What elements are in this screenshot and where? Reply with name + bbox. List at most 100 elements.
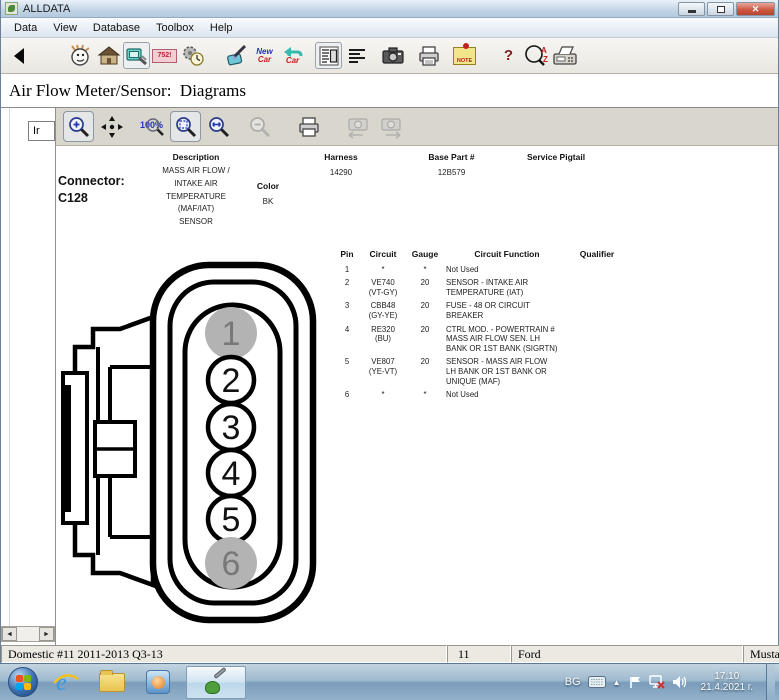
harness-value: 14290 bbox=[306, 168, 376, 177]
connector-id: C128 bbox=[58, 190, 88, 207]
content-area: Ir ◄ ► bbox=[1, 108, 778, 645]
menu-bar: Data View Database Toolbox Help bbox=[1, 18, 778, 38]
start-button[interactable] bbox=[8, 667, 38, 697]
back-icon[interactable] bbox=[5, 42, 32, 69]
svg-text:e: e bbox=[56, 670, 67, 696]
title-bar: ALLDATA ✕ bbox=[1, 0, 778, 18]
main-toolbar: 752! NewCar Car bbox=[1, 38, 778, 74]
scroll-left-icon[interactable]: ◄ bbox=[2, 627, 17, 641]
zoom-100-icon[interactable]: 100% bbox=[137, 111, 168, 142]
restore-button[interactable] bbox=[707, 2, 734, 16]
pin-row-1: 1* *Not Used bbox=[334, 265, 634, 275]
minimize-button[interactable] bbox=[678, 2, 705, 16]
latch-bar bbox=[61, 385, 71, 512]
svg-text:3: 3 bbox=[222, 409, 241, 447]
text-lines-icon[interactable] bbox=[343, 42, 370, 69]
clock[interactable]: 17:10 21.4.2021 г. bbox=[695, 671, 759, 694]
alldata-taskbar-button[interactable] bbox=[186, 666, 246, 699]
volume-icon[interactable] bbox=[672, 675, 688, 689]
pin-2: 2 bbox=[208, 357, 254, 403]
previous-image-icon[interactable] bbox=[342, 111, 373, 142]
next-image-icon[interactable] bbox=[375, 111, 406, 142]
diagram-canvas: Connector: C128 Description MASS AIR FLO… bbox=[56, 146, 778, 645]
menu-data[interactable]: Data bbox=[6, 20, 45, 36]
network-icon[interactable] bbox=[649, 675, 665, 689]
pin-3: 3 bbox=[208, 404, 254, 450]
color-label: Color bbox=[248, 181, 288, 191]
pin-4: 4 bbox=[208, 450, 254, 496]
new-car-icon[interactable]: NewCar bbox=[251, 42, 278, 69]
shop-camera-icon[interactable] bbox=[123, 42, 150, 69]
alldata-tip-icon bbox=[204, 670, 228, 694]
pin-1: 1 bbox=[205, 307, 257, 359]
fit-page-icon[interactable] bbox=[170, 111, 201, 142]
base-part-label: Base Part # bbox=[404, 152, 499, 162]
left-panel: Ir ◄ ► bbox=[1, 108, 56, 645]
language-indicator[interactable]: BG bbox=[565, 676, 581, 688]
pan-icon[interactable] bbox=[96, 111, 127, 142]
connector-diagram: 1 2 3 4 5 bbox=[58, 258, 323, 633]
diagram-toolbar: 100% bbox=[56, 108, 778, 146]
service-pigtail-label: Service Pigtail bbox=[506, 152, 606, 162]
pin-row-2: 2VE740 (VT-GY) 20SENSOR - INTAKE AIR TEM… bbox=[334, 278, 634, 297]
document-view-icon[interactable] bbox=[315, 42, 342, 69]
menu-database[interactable]: Database bbox=[85, 20, 148, 36]
status-model: Mustang bbox=[743, 645, 779, 663]
windows-taskbar: e BG ▲ bbox=[0, 663, 779, 700]
status-count: 11 bbox=[447, 645, 511, 663]
status-make: Ford bbox=[511, 645, 743, 663]
base-part-value: 12B579 bbox=[404, 168, 499, 177]
status-database: Domestic #11 2011-2013 Q3-13 bbox=[1, 645, 447, 663]
print-diagram-icon[interactable] bbox=[293, 111, 324, 142]
window-title: ALLDATA bbox=[23, 3, 70, 15]
home-icon[interactable] bbox=[95, 42, 122, 69]
internet-explorer-icon[interactable]: e bbox=[48, 667, 84, 698]
svg-text:6: 6 bbox=[222, 545, 241, 583]
pin-table: Pin Circuit Gauge Circuit Function Quali… bbox=[334, 250, 634, 404]
menu-view[interactable]: View bbox=[45, 20, 85, 36]
close-button[interactable]: ✕ bbox=[736, 2, 775, 16]
camera-icon[interactable] bbox=[379, 42, 406, 69]
hidden-icons-chevron[interactable]: ▲ bbox=[613, 678, 621, 687]
alldata-window: ALLDATA ✕ Data View Database Toolbox Hel… bbox=[0, 0, 779, 663]
left-panel-button[interactable]: Ir bbox=[28, 121, 55, 141]
connector-label: Connector: bbox=[58, 173, 125, 190]
system-tray: BG ▲ 17: bbox=[565, 664, 779, 700]
pin-table-header: Pin Circuit Gauge Circuit Function Quali… bbox=[334, 250, 634, 260]
pin-6: 6 bbox=[205, 537, 257, 589]
svg-text:4: 4 bbox=[222, 455, 241, 493]
note-icon[interactable]: NOTE bbox=[451, 42, 478, 69]
left-panel-scrollbar[interactable]: ◄ ► bbox=[1, 626, 55, 642]
tsb-752-icon[interactable]: 752! bbox=[151, 42, 178, 69]
status-bar: Domestic #11 2011-2013 Q3-13 11 Ford Mus… bbox=[1, 645, 779, 663]
assistant-face-icon[interactable] bbox=[67, 42, 94, 69]
diagram-panel: 100% bbox=[56, 108, 778, 645]
svg-text:A: A bbox=[541, 46, 547, 55]
fit-width-icon[interactable] bbox=[203, 111, 234, 142]
help-icon[interactable]: ? bbox=[495, 42, 522, 69]
zoom-out-icon[interactable] bbox=[244, 111, 275, 142]
zoom-in-icon[interactable] bbox=[63, 111, 94, 142]
previous-car-icon[interactable]: Car bbox=[279, 42, 306, 69]
keyboard-icon[interactable] bbox=[588, 676, 606, 688]
gears-clock-icon[interactable] bbox=[179, 42, 206, 69]
media-player-icon[interactable] bbox=[140, 667, 176, 698]
action-center-flag-icon[interactable] bbox=[628, 675, 642, 689]
svg-text:1: 1 bbox=[222, 315, 241, 353]
pin-row-4: 4RE320 (BU) 20CTRL MOD. - POWERTRAIN # M… bbox=[334, 325, 634, 354]
svg-text:5: 5 bbox=[222, 501, 241, 539]
menu-help[interactable]: Help bbox=[202, 20, 241, 36]
file-explorer-icon[interactable] bbox=[94, 667, 130, 698]
fax-icon[interactable] bbox=[551, 42, 578, 69]
pin-5: 5 bbox=[208, 496, 254, 542]
page-title: Air Flow Meter/Sensor: Diagrams bbox=[1, 74, 778, 108]
print-icon[interactable] bbox=[415, 42, 442, 69]
tray-date: 21.4.2021 г. bbox=[701, 682, 753, 694]
scroll-right-icon[interactable]: ► bbox=[39, 627, 54, 641]
left-panel-divider bbox=[9, 108, 10, 629]
show-desktop-button[interactable] bbox=[766, 664, 775, 700]
pin-row-6: 6* *Not Used bbox=[334, 390, 634, 400]
repair-brush-icon[interactable] bbox=[223, 42, 250, 69]
search-az-icon[interactable]: A Z bbox=[523, 42, 550, 69]
menu-toolbox[interactable]: Toolbox bbox=[148, 20, 202, 36]
